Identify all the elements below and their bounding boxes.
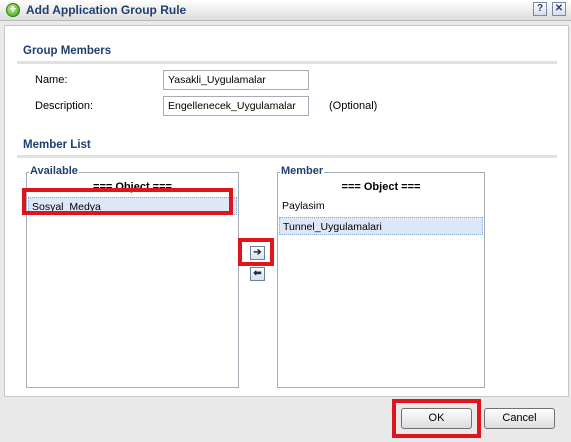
- name-label: Name:: [35, 74, 68, 86]
- member-item-tunnel-uygulamalari[interactable]: Tunnel_Uygulamalari: [279, 217, 483, 235]
- member-list-title: Member List: [23, 139, 91, 151]
- ok-button[interactable]: OK: [401, 408, 472, 429]
- available-list-legend: Available: [29, 165, 79, 177]
- cancel-button[interactable]: Cancel: [484, 408, 555, 429]
- arrow-right-icon[interactable]: ➔: [250, 246, 265, 260]
- dialog-content: Group Members Name: Yasakli_Uygulamalar …: [4, 25, 569, 397]
- member-list-legend: Member: [280, 165, 325, 177]
- description-field[interactable]: Engellenecek_Uygulamalar: [163, 96, 309, 116]
- help-icon[interactable]: ?: [533, 2, 547, 16]
- available-list-header: === Object ===: [93, 181, 172, 193]
- name-field[interactable]: Yasakli_Uygulamalar: [163, 70, 309, 90]
- member-item-paylasim[interactable]: Paylasim: [279, 197, 483, 215]
- description-label: Description:: [35, 100, 94, 112]
- member-list[interactable]: Member === Object === Paylasim Tunnel_Uy…: [277, 165, 485, 388]
- arrow-left-icon[interactable]: ⬅: [250, 267, 265, 281]
- add-icon: +: [6, 3, 20, 17]
- member-list-header: === Object ===: [341, 181, 421, 193]
- group-members-title: Group Members: [23, 45, 112, 57]
- dialog-title-bar: + Add Application Group Rule ? ✕: [0, 0, 571, 21]
- available-list[interactable]: Available === Object === Sosyal_Medya: [26, 165, 239, 388]
- optional-hint: (Optional): [329, 100, 378, 112]
- dialog-title: Add Application Group Rule: [26, 3, 187, 17]
- close-icon[interactable]: ✕: [552, 2, 566, 16]
- available-item-sosyal-medya[interactable]: Sosyal_Medya: [28, 197, 237, 215]
- section-divider: [17, 61, 557, 64]
- section-divider: [17, 155, 557, 158]
